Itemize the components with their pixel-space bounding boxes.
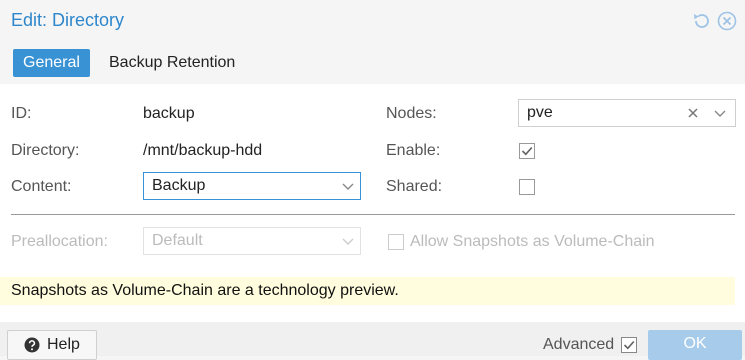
id-value: backup [143,105,195,122]
dialog-title: Edit: Directory [11,10,125,30]
check-icon [521,146,533,156]
chevron-down-icon[interactable] [713,106,727,120]
snapshots-label: Allow Snapshots as Volume-Chain [410,233,655,250]
notice-text: Snapshots as Volume-Chain are a technolo… [11,282,399,299]
tab-bar: General Backup Retention [0,42,745,84]
technology-preview-notice: Snapshots as Volume-Chain are a technolo… [0,277,735,305]
enable-checkbox[interactable] [519,143,535,159]
advanced-checkbox[interactable] [621,337,637,353]
edit-directory-dialog: Edit: Directory General Backup Retention… [0,0,745,360]
nodes-select-value: pve [527,104,553,121]
help-icon [24,337,40,353]
chevron-down-icon[interactable] [341,179,355,193]
advanced-label: Advanced [543,336,615,353]
divider [11,214,735,215]
enable-label: Enable: [386,142,441,159]
shared-label: Shared: [386,178,443,195]
preallocation-select-value: Default [152,232,203,249]
nodes-select[interactable]: pve [518,99,736,127]
dialog-titlebar: Edit: Directory [0,0,745,42]
tab-general[interactable]: General [13,49,90,77]
reset-icon[interactable] [690,10,712,32]
tab-backup-retention[interactable]: Backup Retention [99,49,245,77]
snapshots-checkbox[interactable] [388,234,404,250]
check-icon [623,340,635,350]
nodes-label: Nodes: [386,105,437,122]
dialog-footer: Help Advanced OK [0,322,745,360]
directory-label: Directory: [11,142,80,159]
shared-checkbox[interactable] [519,179,535,195]
ok-button-label: OK [683,335,707,352]
content-select-value: Backup [152,177,206,194]
preallocation-select[interactable]: Default [143,227,361,255]
form-body: ID: backup Directory: /mnt/backup-hdd Co… [0,84,745,322]
clear-icon[interactable] [686,106,700,120]
content-label: Content: [11,178,72,195]
id-label: ID: [11,105,32,122]
help-button-label: Help [47,336,80,353]
close-icon[interactable] [716,10,738,32]
content-select[interactable]: Backup [143,172,361,200]
preallocation-label: Preallocation: [11,233,108,250]
directory-value: /mnt/backup-hdd [143,142,263,159]
chevron-down-icon [342,238,354,245]
